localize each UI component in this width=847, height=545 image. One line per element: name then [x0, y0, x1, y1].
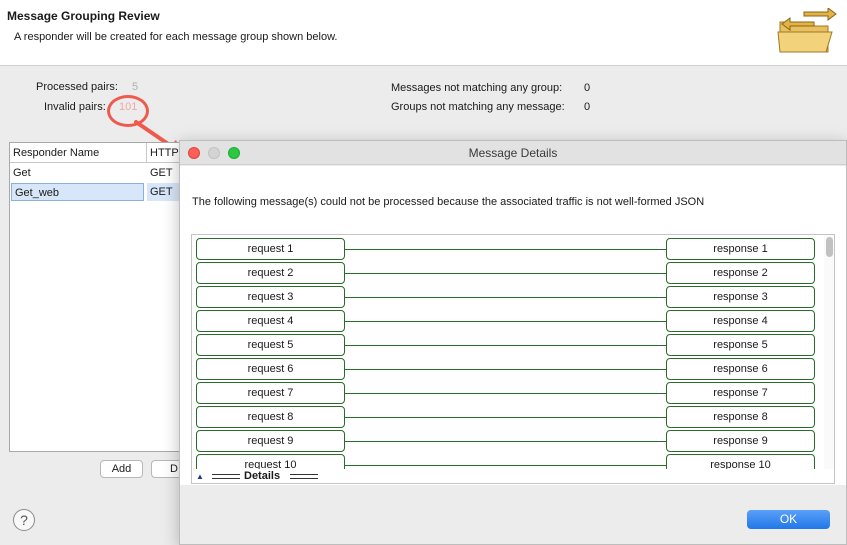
request-node[interactable]: request 6 [196, 358, 345, 380]
groups-not-matching-value: 0 [584, 101, 591, 113]
response-node[interactable]: response 5 [666, 334, 815, 356]
pair-connector-line [345, 321, 666, 322]
column-header-http[interactable]: HTTP [147, 143, 182, 163]
request-node[interactable]: request 5 [196, 334, 345, 356]
message-pair-row: request 9 response 9 [192, 430, 822, 454]
scrollbar[interactable] [824, 235, 834, 469]
message-pair-row: request 3 response 3 [192, 286, 822, 310]
request-node[interactable]: request 2 [196, 262, 345, 284]
processed-pairs-value: 5 [132, 81, 139, 93]
dialog-titlebar: Message Details [180, 141, 846, 165]
dialog-title: Message Details [468, 146, 558, 160]
message-pair-row: request 1 response 1 [192, 238, 822, 262]
pair-connector-line [345, 417, 666, 418]
folder-arrows-icon [777, 8, 837, 53]
response-node[interactable]: response 2 [666, 262, 815, 284]
response-node[interactable]: response 6 [666, 358, 815, 380]
pair-connector-line [345, 393, 666, 394]
processed-pairs-label: Processed pairs: [36, 81, 118, 93]
ok-button[interactable]: OK [747, 510, 830, 529]
dialog-body: The following message(s) could not be pr… [180, 166, 846, 485]
pair-connector-line [345, 273, 666, 274]
message-pair-row: request 4 response 4 [192, 310, 822, 334]
responders-table: Responder Name HTTP Get GET Get_web GET [9, 142, 182, 452]
response-node[interactable]: response 1 [666, 238, 815, 260]
response-node[interactable]: response 9 [666, 430, 815, 452]
request-node[interactable]: request 3 [196, 286, 345, 308]
header: Message Grouping Review A responder will… [0, 0, 847, 66]
help-icon[interactable]: ? [13, 509, 35, 531]
add-button[interactable]: Add [100, 460, 143, 478]
message-details-dialog: Message Details The following message(s)… [179, 140, 847, 545]
pair-connector-line [345, 441, 666, 442]
details-toggle[interactable]: ▲ Details [192, 469, 834, 483]
pair-connector-line [345, 297, 666, 298]
groups-not-matching-label: Groups not matching any message: [391, 101, 565, 113]
details-divider-right [290, 474, 318, 479]
pair-connector-line [345, 345, 666, 346]
message-pair-row: request 5 response 5 [192, 334, 822, 358]
messages-not-matching-label: Messages not matching any group: [391, 82, 563, 94]
message-pair-row: request 2 response 2 [192, 262, 822, 286]
invalid-pairs-label: Invalid pairs: [44, 101, 106, 113]
request-node[interactable]: request 8 [196, 406, 345, 428]
page-subtitle: A responder will be created for each mes… [14, 31, 338, 43]
response-node[interactable]: response 4 [666, 310, 815, 332]
request-node[interactable]: request 9 [196, 430, 345, 452]
details-divider-left [212, 474, 240, 479]
message-pair-row: request 8 response 8 [192, 406, 822, 430]
message-pair-row: request 7 response 7 [192, 382, 822, 406]
response-node[interactable]: response 7 [666, 382, 815, 404]
table-cell-name: Get [13, 167, 31, 179]
table-cell-method: GET [150, 167, 173, 179]
message-pair-row: request 6 response 6 [192, 358, 822, 382]
dialog-message: The following message(s) could not be pr… [192, 196, 705, 208]
request-node[interactable]: request 7 [196, 382, 345, 404]
scrollbar-thumb[interactable] [826, 237, 833, 257]
response-node[interactable]: response 8 [666, 406, 815, 428]
request-node[interactable]: request 1 [196, 238, 345, 260]
table-cell-method: GET [147, 183, 182, 201]
message-pairs-list: request 1 response 1 request 2 response 2 re… [191, 234, 835, 484]
pair-connector-line [345, 465, 666, 466]
triangle-up-icon: ▲ [196, 472, 204, 481]
pair-connector-line [345, 249, 666, 250]
page-title: Message Grouping Review [7, 9, 160, 23]
details-label: Details [244, 470, 281, 482]
table-cell-name: Get_web [11, 183, 144, 201]
request-node[interactable]: request 4 [196, 310, 345, 332]
column-header-responder-name[interactable]: Responder Name [10, 143, 147, 163]
response-node[interactable]: response 3 [666, 286, 815, 308]
messages-not-matching-value: 0 [584, 82, 591, 94]
pair-connector-line [345, 369, 666, 370]
